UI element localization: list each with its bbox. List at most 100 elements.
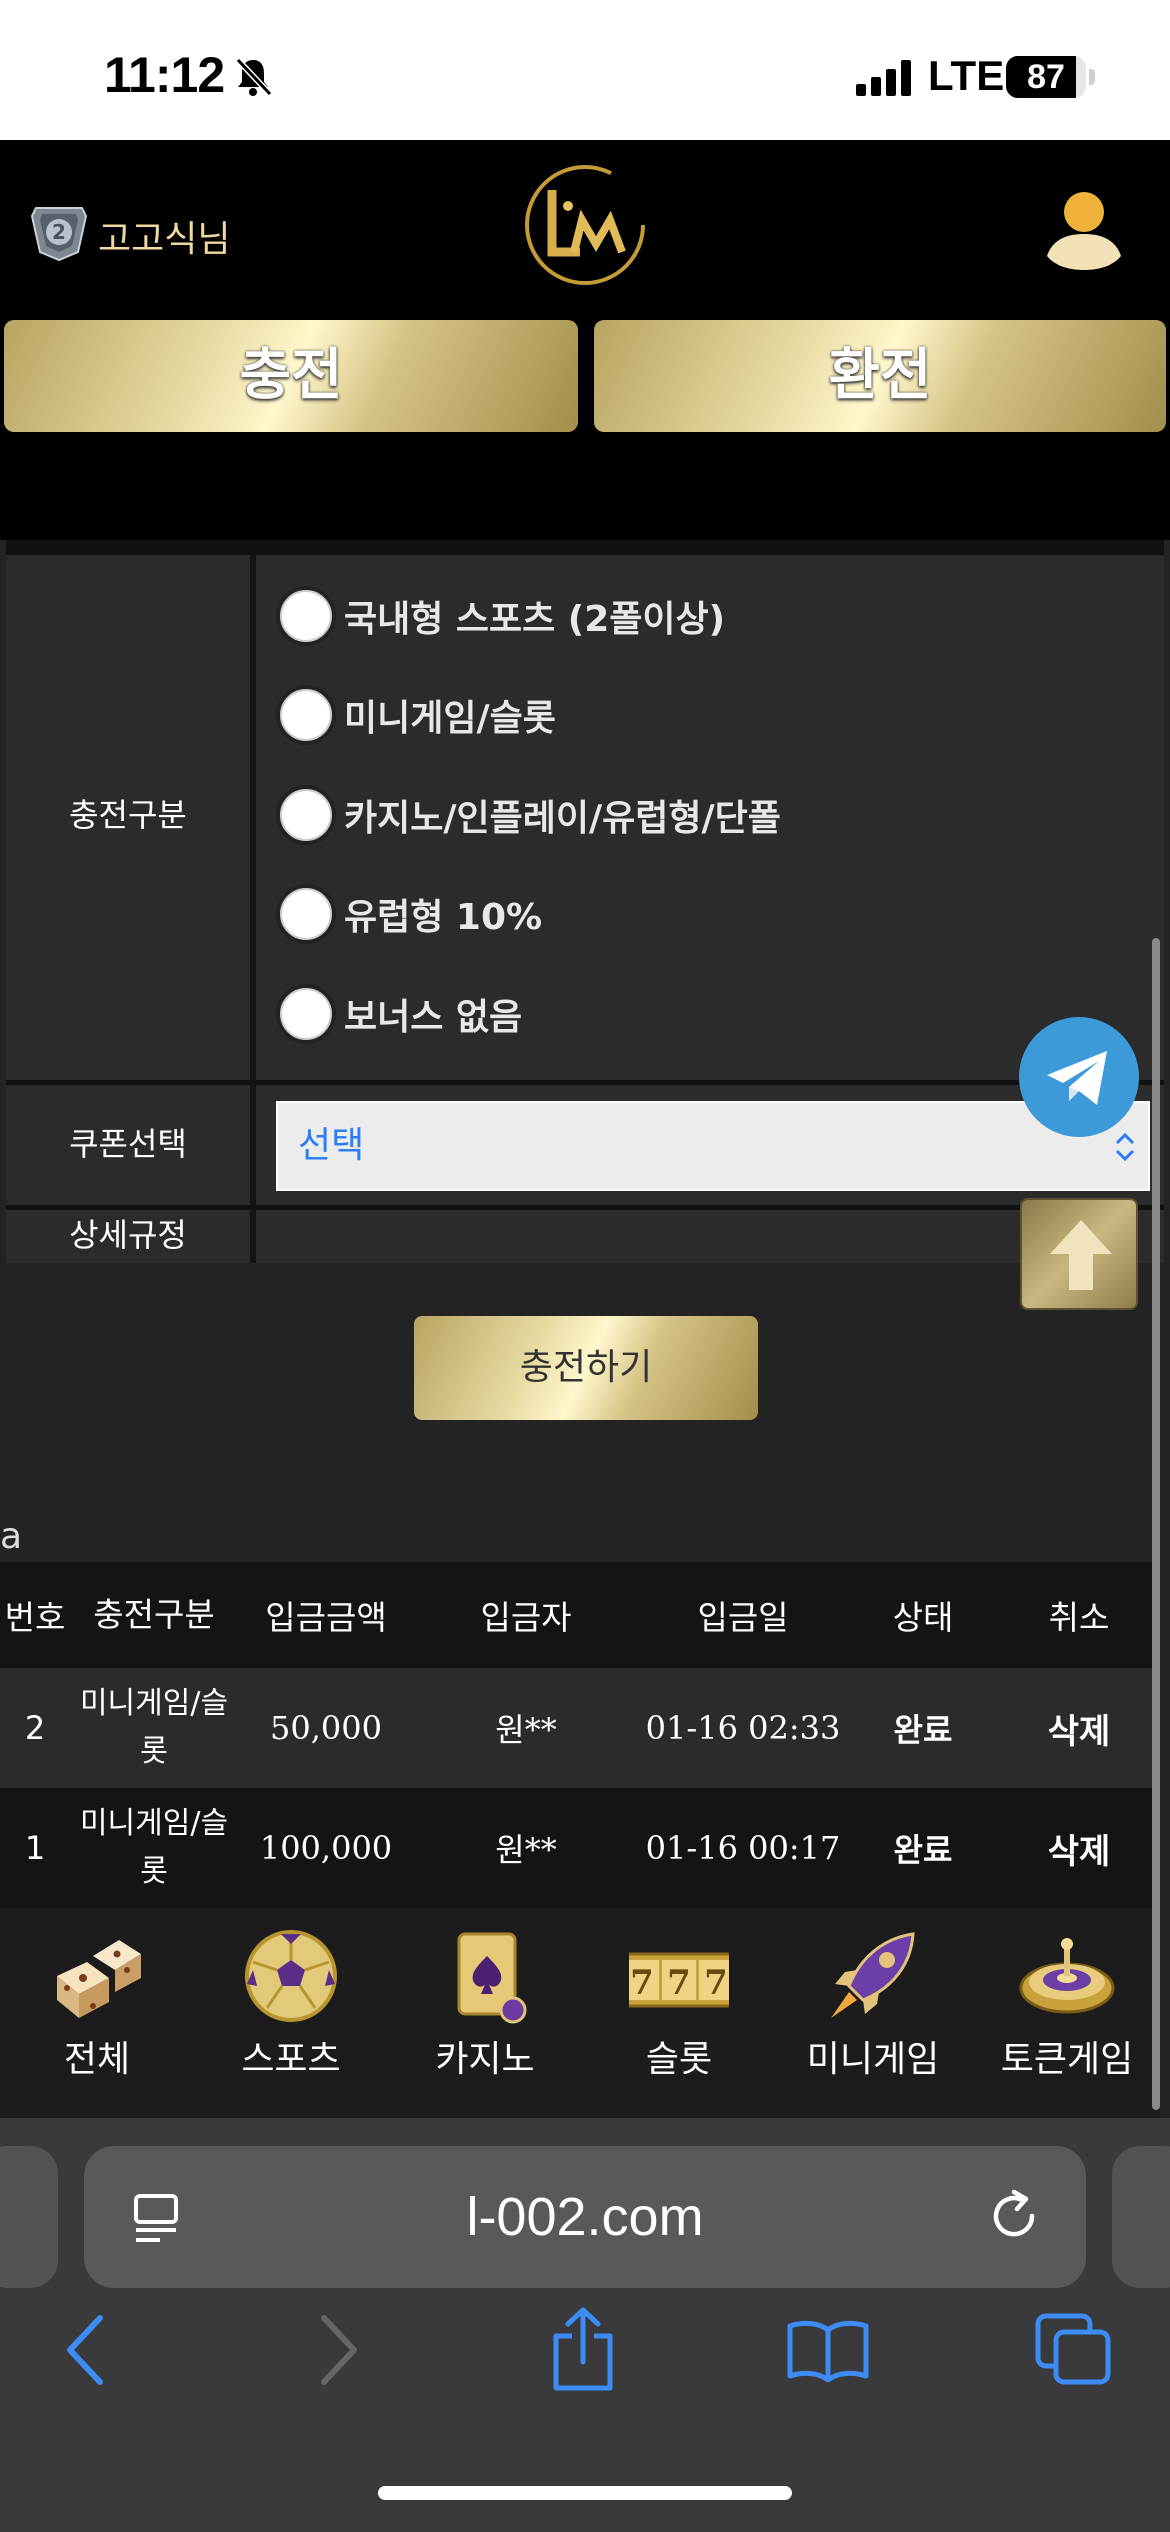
row-depositor: 원**: [495, 1831, 557, 1869]
radio-option-domestic-sports[interactable]: 국내형 스포츠 (2폴이상): [276, 585, 725, 647]
row-category-line: 미니게임/슬: [79, 1806, 229, 1841]
coupon-row: 쿠폰선택 선택: [6, 1080, 1164, 1205]
address-bar[interactable]: l-002.com: [84, 2146, 1086, 2288]
tab-charge[interactable]: 충전: [4, 320, 578, 432]
radio-label: 보너스 없음: [344, 997, 523, 1038]
radio-option-minigame-slot[interactable]: 미니게임/슬롯: [276, 684, 556, 746]
tabs-icon[interactable]: [1034, 2312, 1114, 2388]
radio-circle[interactable]: [276, 685, 336, 745]
row-category-line: 롯: [140, 1854, 168, 1889]
slot-777-icon: 7 7 7: [629, 1952, 729, 2008]
svg-text:7: 7: [704, 1963, 728, 2003]
status-bar: 11:12 LTE 87: [0, 0, 1170, 140]
battery-icon: 87: [1006, 56, 1086, 98]
radio-option-no-bonus[interactable]: 보너스 없음: [276, 983, 522, 1045]
nav-item-token-game[interactable]: 토큰게임: [970, 1908, 1164, 2118]
radio-option-european[interactable]: 유럽형 10%: [276, 883, 542, 945]
radio-option-casino-inplay[interactable]: 카지노/인플레이/유럽형/단폴: [276, 784, 781, 846]
nav-label: 전체: [63, 2039, 131, 2080]
row-date: 01-16 02:33: [645, 1709, 841, 1747]
share-icon[interactable]: [548, 2304, 618, 2394]
radio-label: 카지노/인플레이/유럽형/단폴: [344, 798, 781, 839]
row-amount: 50,000: [270, 1709, 382, 1747]
delete-button[interactable]: 삭제: [998, 1668, 1160, 1788]
nav-label: 카지노: [435, 2039, 535, 2080]
svg-text:7: 7: [630, 1963, 654, 2003]
bookmarks-icon[interactable]: [786, 2318, 870, 2382]
row-date: 01-16 00:17: [645, 1829, 841, 1867]
column-header: 번호: [4, 1598, 66, 1637]
row-status: 완료: [893, 1711, 953, 1749]
user-name[interactable]: 고고식님: [98, 210, 230, 262]
row-category-line: 롯: [140, 1734, 168, 1769]
coupon-label: 쿠폰선택: [6, 1085, 256, 1205]
column-header: 취소: [1048, 1598, 1110, 1637]
row-number: 1: [24, 1829, 46, 1867]
forward-icon[interactable]: [314, 2310, 362, 2390]
radio-circle[interactable]: [276, 884, 336, 944]
table-row: 1 미니게임/슬롯 100,000 원** 01-16 00:17 완료 삭제: [0, 1788, 1160, 1908]
charge-category-label: 충전구분: [6, 555, 256, 1080]
column-header: 충전구분: [93, 1595, 215, 1634]
row-amount: 100,000: [259, 1829, 393, 1867]
radio-circle[interactable]: [276, 785, 336, 845]
rules-label: 상세규정: [6, 1210, 256, 1263]
page-scrollbar[interactable]: [1152, 938, 1160, 2110]
status-time: 11:12: [104, 47, 225, 103]
roulette-icon: [1019, 1938, 1115, 2014]
coupon-select-value: 선택: [298, 1125, 365, 1166]
column-header: 상태: [892, 1598, 954, 1637]
table-header-row: 번호 충전구분 입금금액 입금자 입금일 상태 취소: [0, 1562, 1160, 1668]
table-row: 2 미니게임/슬 롯 50,000 원** 01-16 02:33 완료 삭제: [0, 1668, 1160, 1788]
nav-item-minigame[interactable]: 미니게임: [776, 1908, 970, 2118]
lim-logo-icon[interactable]: [518, 160, 652, 290]
reload-icon[interactable]: [984, 2186, 1044, 2246]
row-category: 미니게임/슬롯: [70, 1788, 238, 1908]
nav-item-all[interactable]: 전체: [0, 1908, 194, 2118]
column-header: 입금일: [697, 1598, 789, 1637]
radio-label: 미니게임/슬롯: [344, 698, 556, 739]
nav-item-casino[interactable]: 카지노: [388, 1908, 582, 2118]
telegram-icon: [1047, 1051, 1107, 1105]
nav-label: 슬롯: [645, 2039, 713, 2080]
silent-bell-icon: [235, 57, 273, 97]
nav-label: 스포츠: [241, 2039, 341, 2080]
charge-submit-button[interactable]: 충전하기: [414, 1316, 758, 1420]
arrow-up-icon: [1050, 1220, 1112, 1290]
stray-text: a: [0, 1516, 23, 1557]
nav-label: 미니게임: [806, 2039, 940, 2080]
battery-level: 87: [1027, 58, 1065, 96]
nav-item-sports[interactable]: 스포츠: [194, 1908, 388, 2118]
svg-text:7: 7: [667, 1963, 691, 2003]
row-category-line: 미니게임/슬: [79, 1686, 229, 1721]
profile-icon[interactable]: [1043, 186, 1125, 276]
battery-nub: [1089, 69, 1095, 85]
telegram-button[interactable]: [1019, 1017, 1139, 1137]
nav-item-slot[interactable]: 7 7 7 슬롯: [582, 1908, 776, 2118]
scroll-to-top-button[interactable]: [1020, 1198, 1138, 1310]
row-status: 완료: [893, 1831, 953, 1869]
soccer-ball-icon: [245, 1930, 337, 2022]
previous-tab-preview[interactable]: [0, 2146, 58, 2288]
row-category: 미니게임/슬롯: [70, 1668, 238, 1788]
tab-exchange[interactable]: 환전: [594, 320, 1166, 432]
rules-row: 상세규정: [6, 1205, 1164, 1263]
delete-button[interactable]: 삭제: [998, 1788, 1160, 1908]
site-header: 2 고고식님 충전 환전: [0, 140, 1170, 540]
url-text: l-002.com: [466, 2187, 704, 2247]
radio-circle[interactable]: [276, 984, 336, 1044]
svg-text:2: 2: [52, 220, 66, 244]
radio-circle[interactable]: [276, 586, 336, 646]
column-header: 입금금액: [265, 1598, 387, 1637]
home-indicator[interactable]: [378, 2486, 792, 2500]
charge-category-row: 충전구분 국내형 스포츠 (2폴이상) 미니게임/슬롯 카지노/인플레이/유럽형…: [6, 550, 1164, 1080]
rank-badge-icon[interactable]: 2: [28, 202, 90, 262]
radio-label: 국내형 스포츠 (2폴이상): [344, 599, 726, 640]
game-category-nav: 전체 스포츠 카지노 7 7 7 슬롯 미니게임 토큰게임: [0, 1908, 1160, 2118]
next-tab-preview[interactable]: [1112, 2146, 1170, 2288]
back-icon[interactable]: [62, 2310, 110, 2390]
nav-label: 토큰게임: [1000, 2039, 1134, 2080]
row-number: 2: [24, 1709, 46, 1747]
radio-label: 유럽형 10%: [344, 897, 543, 938]
browser-toolbar: l-002.com: [0, 2118, 1170, 2532]
